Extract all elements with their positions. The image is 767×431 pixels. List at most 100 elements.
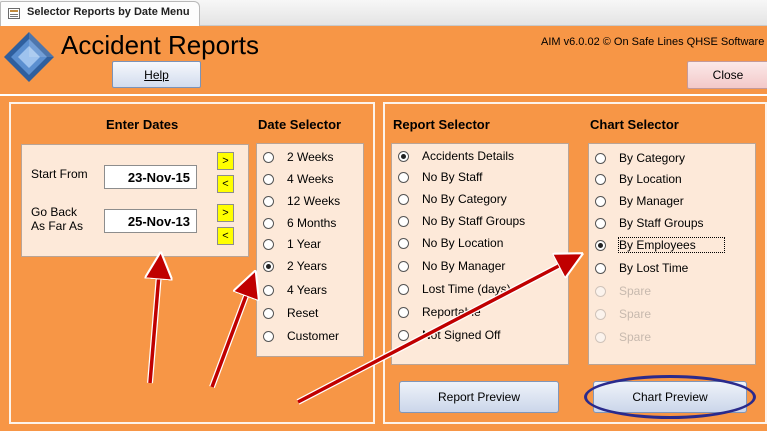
report-option[interactable]: No By Category [398,189,507,209]
radio-button-icon[interactable] [398,193,409,205]
date-option-label: Customer [287,329,340,343]
enter-dates-heading: Enter Dates [106,117,179,132]
go-back-label-1: Go Back [31,205,78,219]
radio-button-icon[interactable] [263,195,274,207]
go-back-increase-button[interactable]: > [217,204,234,222]
radio-button-icon[interactable] [595,262,606,274]
report-option[interactable]: Not Signed Off [398,325,501,345]
start-date-field[interactable]: 23-Nov-15 [104,165,197,189]
go-back-date-field[interactable]: 25-Nov-13 [104,209,197,233]
date-option[interactable]: 4 Years [263,280,327,300]
radio-button-icon[interactable] [263,238,274,250]
radio-button-icon[interactable] [263,284,274,296]
date-selector-heading: Date Selector [258,117,342,132]
document-tab-strip: Selector Reports by Date Menu [0,0,767,26]
date-option-label: 4 Weeks [287,172,334,186]
chart-option-label: By Staff Groups [619,216,704,230]
chart-option-label: By Location [619,172,682,186]
chart-option[interactable]: By Category [595,148,685,168]
chart-option-label: By Category [619,151,686,165]
help-label: Help [144,67,169,82]
date-option-label: 6 Months [287,216,337,230]
report-option[interactable]: No By Location [398,233,503,253]
radio-button-icon[interactable] [263,173,274,185]
diamond-logo-icon [4,32,54,82]
radio-button-icon[interactable] [595,195,606,207]
radio-button-icon[interactable] [263,217,274,229]
date-option[interactable]: 6 Months [263,213,336,233]
date-option-label: 4 Years [287,283,328,297]
radio-button-icon[interactable] [398,329,409,341]
date-option-label: 12 Weeks [287,194,341,208]
radio-button-icon[interactable] [398,171,409,183]
report-option[interactable]: No By Staff Groups [398,211,525,231]
report-selector-heading: Report Selector [393,117,490,132]
report-option[interactable]: No By Staff [398,167,482,187]
date-option-label: 1 Year [287,237,322,251]
chart-preview-label: Chart Preview [632,390,708,404]
report-option[interactable]: Lost Time (days) [398,279,511,299]
radio-button-icon[interactable] [398,306,409,318]
report-option-label: Lost Time (days) [422,282,511,296]
report-option[interactable]: No By Manager [398,256,505,276]
date-option[interactable]: Customer [263,326,339,346]
date-option[interactable]: 1 Year [263,234,321,254]
report-option-label: No By Manager [422,259,506,273]
report-option[interactable]: Accidents Details [398,146,514,166]
chart-option[interactable]: By Manager [595,191,684,211]
start-date-decrease-button[interactable]: < [217,175,234,193]
tab-label: Selector Reports by Date Menu [27,6,190,18]
radio-button-icon [595,331,606,343]
radio-button-icon[interactable] [398,150,409,162]
radio-button-icon[interactable] [263,260,274,272]
radio-button-icon[interactable] [398,260,409,272]
report-option-label: No By Staff Groups [422,214,526,228]
radio-button-icon[interactable] [398,215,409,227]
chart-option-label: By Lost Time [619,261,689,275]
start-date-increase-button[interactable]: > [217,152,234,170]
chart-option-label: Spare [619,307,652,321]
help-button[interactable]: Help [112,61,201,88]
chart-option[interactable]: By Staff Groups [595,213,704,233]
close-label: Close [712,68,744,82]
chart-option[interactable]: By Location [595,169,682,189]
date-option[interactable]: 4 Weeks [263,169,333,189]
chart-option-label: By Manager [619,194,684,208]
go-back-decrease-button[interactable]: < [217,227,234,245]
chart-selector-heading: Chart Selector [590,117,679,132]
date-option[interactable]: 2 Years [263,256,327,276]
enter-dates-box [21,144,249,257]
close-button[interactable]: Close [687,61,767,89]
date-option[interactable]: 12 Weeks [263,191,340,211]
chart-option-label: By Employees [618,237,725,253]
date-option[interactable]: 2 Weeks [263,147,333,167]
chart-option[interactable]: By Employees [595,235,725,255]
radio-button-icon [595,308,606,320]
radio-button-icon[interactable] [263,307,274,319]
report-option-label: Not Signed Off [422,328,501,342]
radio-button-icon[interactable] [595,239,606,251]
chart-preview-button[interactable]: Chart Preview [593,381,747,413]
radio-button-icon[interactable] [398,237,409,249]
report-preview-button[interactable]: Report Preview [399,381,559,413]
radio-button-icon[interactable] [263,330,274,342]
radio-button-icon[interactable] [263,151,274,163]
radio-button-icon[interactable] [595,217,606,229]
report-option-label: No By Location [422,236,504,250]
report-option[interactable]: Reportable [398,302,481,322]
start-from-label: Start From [31,167,88,181]
date-option-label: Reset [287,306,319,320]
date-option-label: 2 Years [287,259,328,273]
form-icon [8,8,20,19]
radio-button-icon[interactable] [398,283,409,295]
document-tab[interactable]: Selector Reports by Date Menu [0,1,200,26]
radio-button-icon [595,285,606,297]
go-back-label-2: As Far As [31,219,84,233]
report-option-label: No By Staff [422,170,483,184]
version-text: AIM v6.0.02 © On Safe Lines QHSE Softwar… [541,36,767,48]
date-option[interactable]: Reset [263,303,318,323]
radio-button-icon[interactable] [595,152,606,164]
chart-option[interactable]: By Lost Time [595,258,688,278]
date-option-label: 2 Weeks [287,150,334,164]
radio-button-icon[interactable] [595,173,606,185]
